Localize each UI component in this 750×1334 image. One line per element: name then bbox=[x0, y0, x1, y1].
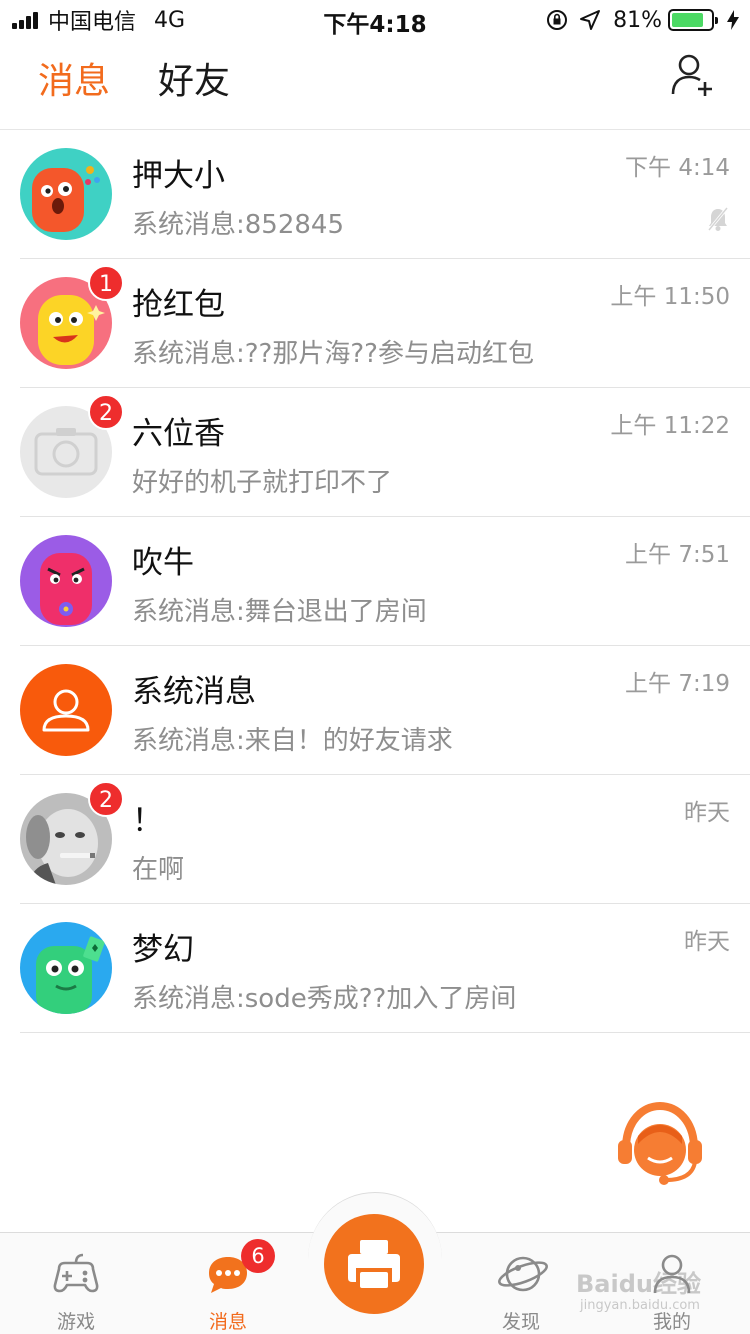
chat-time: 上午 7:51 bbox=[625, 542, 730, 568]
tab-messages[interactable]: 消息 bbox=[38, 52, 110, 104]
customer-service-icon[interactable] bbox=[616, 1100, 704, 1188]
chat-time: 上午 7:19 bbox=[625, 671, 730, 697]
chat-preview: 系统消息:sode秀成??加入了房间 bbox=[132, 984, 517, 1014]
chat-name: 系统消息 bbox=[132, 674, 256, 710]
chat-time: 上午 11:22 bbox=[610, 413, 730, 439]
unread-badge: 2 bbox=[88, 394, 124, 430]
chat-preview: 系统消息:??那片海??参与启动红包 bbox=[132, 339, 534, 369]
tab-messages-label: 消息 bbox=[208, 1311, 247, 1333]
battery-percent: 81% bbox=[613, 7, 662, 33]
chat-preview: 好好的机子就打印不了 bbox=[132, 468, 393, 498]
unread-badge: 2 bbox=[88, 781, 124, 817]
printer-icon bbox=[348, 1240, 400, 1288]
gamepad-icon bbox=[53, 1253, 99, 1293]
chat-time: 昨天 bbox=[684, 800, 730, 826]
header: 消息 好友 bbox=[0, 40, 750, 130]
chat-name: 梦幻 bbox=[132, 932, 194, 968]
chat-time: 下午 4:14 bbox=[625, 155, 730, 181]
planet-icon bbox=[498, 1256, 548, 1292]
tab-friends[interactable]: 好友 bbox=[158, 52, 230, 104]
print-button[interactable] bbox=[324, 1214, 424, 1314]
avatar-system-user[interactable] bbox=[20, 664, 112, 756]
chat-row[interactable]: 2 ！ 在啊 昨天 bbox=[0, 775, 750, 904]
add-user-icon[interactable] bbox=[670, 52, 716, 98]
orientation-lock-icon bbox=[547, 10, 568, 30]
tab-messages-badge: 6 bbox=[241, 1239, 275, 1273]
chat-time: 昨天 bbox=[684, 929, 730, 955]
chat-name: 六位香 bbox=[132, 416, 225, 452]
chat-name: 抢红包 bbox=[132, 287, 225, 323]
chat-preview: 在啊 bbox=[132, 855, 185, 885]
avatar-orange-monster[interactable] bbox=[20, 148, 112, 240]
tab-messages-nav[interactable]: 6 消息 bbox=[173, 1233, 283, 1334]
tab-discover[interactable]: 发现 bbox=[466, 1233, 576, 1334]
avatar-green-monster[interactable] bbox=[20, 922, 112, 1014]
avatar-pink-monster[interactable] bbox=[20, 535, 112, 627]
chat-preview: 系统消息:舞台退出了房间 bbox=[132, 597, 427, 627]
watermark-logo: Baidu经验 bbox=[576, 1270, 701, 1298]
watermark-url: jingyan.baidu.com bbox=[580, 1298, 700, 1313]
chat-name: 吹牛 bbox=[132, 545, 194, 581]
tab-games[interactable]: 游戏 bbox=[21, 1233, 131, 1334]
status-right: 81% bbox=[535, 6, 740, 34]
unread-badge: 1 bbox=[88, 265, 124, 301]
chat-name: 押大小 bbox=[132, 158, 225, 194]
chat-row[interactable]: 押大小 系统消息:852845 下午 4:14 bbox=[0, 130, 750, 259]
chat-name: ！ bbox=[132, 803, 163, 839]
chat-preview: 系统消息:852845 bbox=[132, 210, 345, 240]
chat-row[interactable]: 2 六位香 好好的机子就打印不了 上午 11:22 bbox=[0, 388, 750, 517]
battery-level bbox=[672, 13, 703, 27]
charging-icon bbox=[727, 10, 739, 30]
status-bar: 中国电信 4G 下午4:18 81% bbox=[0, 0, 750, 40]
tab-discover-label: 发现 bbox=[501, 1311, 540, 1333]
chat-time: 上午 11:50 bbox=[610, 284, 730, 310]
battery-icon bbox=[668, 9, 718, 31]
mute-bell-icon bbox=[707, 207, 729, 231]
chat-row[interactable]: 梦幻 系统消息:sode秀成??加入了房间 昨天 bbox=[0, 904, 750, 1033]
location-icon bbox=[580, 10, 601, 30]
chat-list: 押大小 系统消息:852845 下午 4:14 1 抢红包 系统消息:??那片海… bbox=[0, 130, 750, 1033]
chat-row[interactable]: 1 抢红包 系统消息:??那片海??参与启动红包 上午 11:50 bbox=[0, 259, 750, 388]
chat-preview: 系统消息:来自！的好友请求 bbox=[132, 726, 453, 756]
tab-games-label: 游戏 bbox=[56, 1311, 95, 1333]
chat-row[interactable]: 系统消息 系统消息:来自！的好友请求 上午 7:19 bbox=[0, 646, 750, 775]
chat-row[interactable]: 吹牛 系统消息:舞台退出了房间 上午 7:51 bbox=[0, 517, 750, 646]
